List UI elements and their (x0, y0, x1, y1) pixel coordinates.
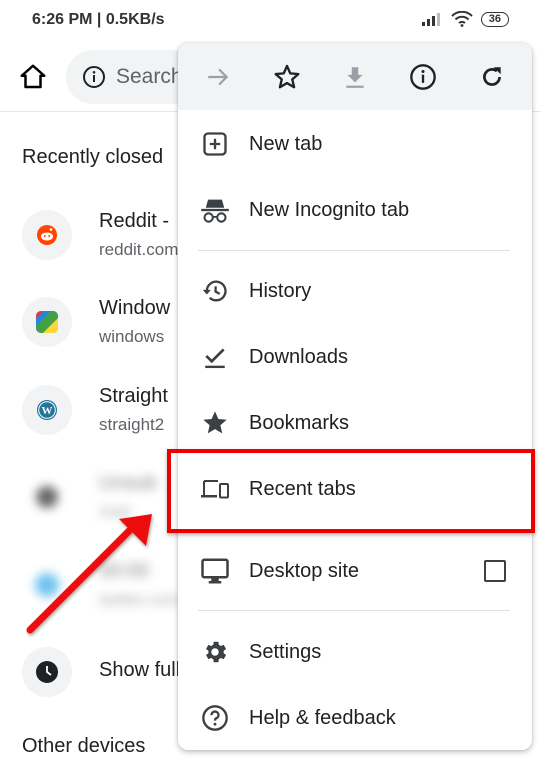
wordpress-icon: W (37, 400, 57, 420)
menu-item-label: Help & feedback (249, 706, 396, 729)
tab-url: reddit.com (99, 240, 179, 259)
page-info-button[interactable] (403, 57, 443, 97)
tab-title: Reddit - (99, 210, 170, 232)
annotation-highlight-box (167, 449, 535, 533)
menu-item-history[interactable]: History (178, 262, 532, 320)
download-icon (346, 66, 364, 88)
menu-item-help-feedback[interactable]: Help & feedback (178, 689, 532, 747)
desktop-icon (200, 556, 230, 586)
favicon-container (22, 472, 72, 522)
tab-url: twitter.com (99, 590, 181, 609)
menu-item-label: History (249, 279, 312, 302)
overflow-menu: New tab New Incognito tab History Downlo… (178, 43, 532, 750)
favicon-container (22, 210, 72, 260)
tab-url: straight2 (99, 415, 165, 434)
history-icon (200, 276, 230, 306)
tab-title: 00:00 (99, 560, 150, 582)
other-devices-title: Other devices (22, 735, 146, 757)
signal-icon (421, 13, 440, 26)
status-time: 6:26 PM | 0.5KB/s (32, 11, 165, 28)
menu-item-label: Settings (249, 640, 322, 663)
twitter-icon (35, 573, 59, 597)
home-icon[interactable] (18, 62, 48, 92)
menu-divider (198, 250, 510, 251)
desktop-site-checkbox[interactable] (484, 560, 506, 582)
menu-item-new-incognito-tab[interactable]: New Incognito tab (178, 181, 532, 239)
menu-item-label: Desktop site (249, 559, 360, 582)
menu-item-bookmarks[interactable]: Bookmarks (178, 394, 532, 452)
tab-title: Unsub (99, 472, 157, 494)
status-bar: 6:26 PM | 0.5KB/s 36 (0, 0, 541, 42)
svg-text:W: W (42, 405, 53, 417)
status-icons: 36 (421, 11, 509, 27)
tab-url: mail (99, 502, 131, 521)
favicon-container (22, 297, 72, 347)
tab-url: windows (99, 327, 165, 346)
bookmark-star-icon (274, 64, 300, 88)
info-icon[interactable] (82, 65, 106, 89)
reddit-icon (37, 225, 57, 245)
incognito-icon (200, 195, 230, 225)
recently-closed-title: Recently closed (22, 146, 164, 168)
reload-icon (482, 66, 501, 86)
menu-item-desktop-site[interactable]: Desktop site (178, 542, 532, 600)
tab-title: Window (99, 297, 171, 319)
bookmark-button[interactable] (267, 57, 307, 97)
favicon-container (22, 647, 72, 697)
forward-icon (208, 68, 229, 85)
battery-icon: 36 (480, 11, 509, 27)
menu-item-settings[interactable]: Settings (178, 623, 532, 681)
menu-divider (198, 610, 510, 611)
favicon-container: W (22, 385, 72, 435)
reload-button[interactable] (472, 57, 512, 97)
new-tab-icon (200, 129, 230, 159)
menu-item-label: Downloads (249, 345, 348, 368)
menu-icon-bar (178, 43, 532, 110)
omnibox-text[interactable]: Search (116, 65, 183, 89)
page-info-icon (410, 63, 437, 90)
download-button[interactable] (335, 57, 375, 97)
menu-item-label: Bookmarks (249, 411, 350, 434)
clock-icon (36, 661, 58, 683)
forward-button[interactable] (198, 57, 238, 97)
tab-title: Straight (99, 385, 168, 407)
menu-item-label: New tab (249, 132, 323, 155)
help-icon (200, 703, 230, 733)
favicon-container (22, 560, 72, 610)
downloads-icon (200, 342, 230, 372)
menu-item-label: New Incognito tab (249, 198, 410, 221)
menu-item-new-tab[interactable]: New tab (178, 115, 532, 173)
menu-item-downloads[interactable]: Downloads (178, 328, 532, 386)
settings-icon (200, 637, 230, 667)
generic-icon (36, 486, 58, 508)
wifi-icon (451, 11, 473, 27)
bookmarks-icon (200, 408, 230, 438)
windows-app-icon (36, 311, 58, 333)
